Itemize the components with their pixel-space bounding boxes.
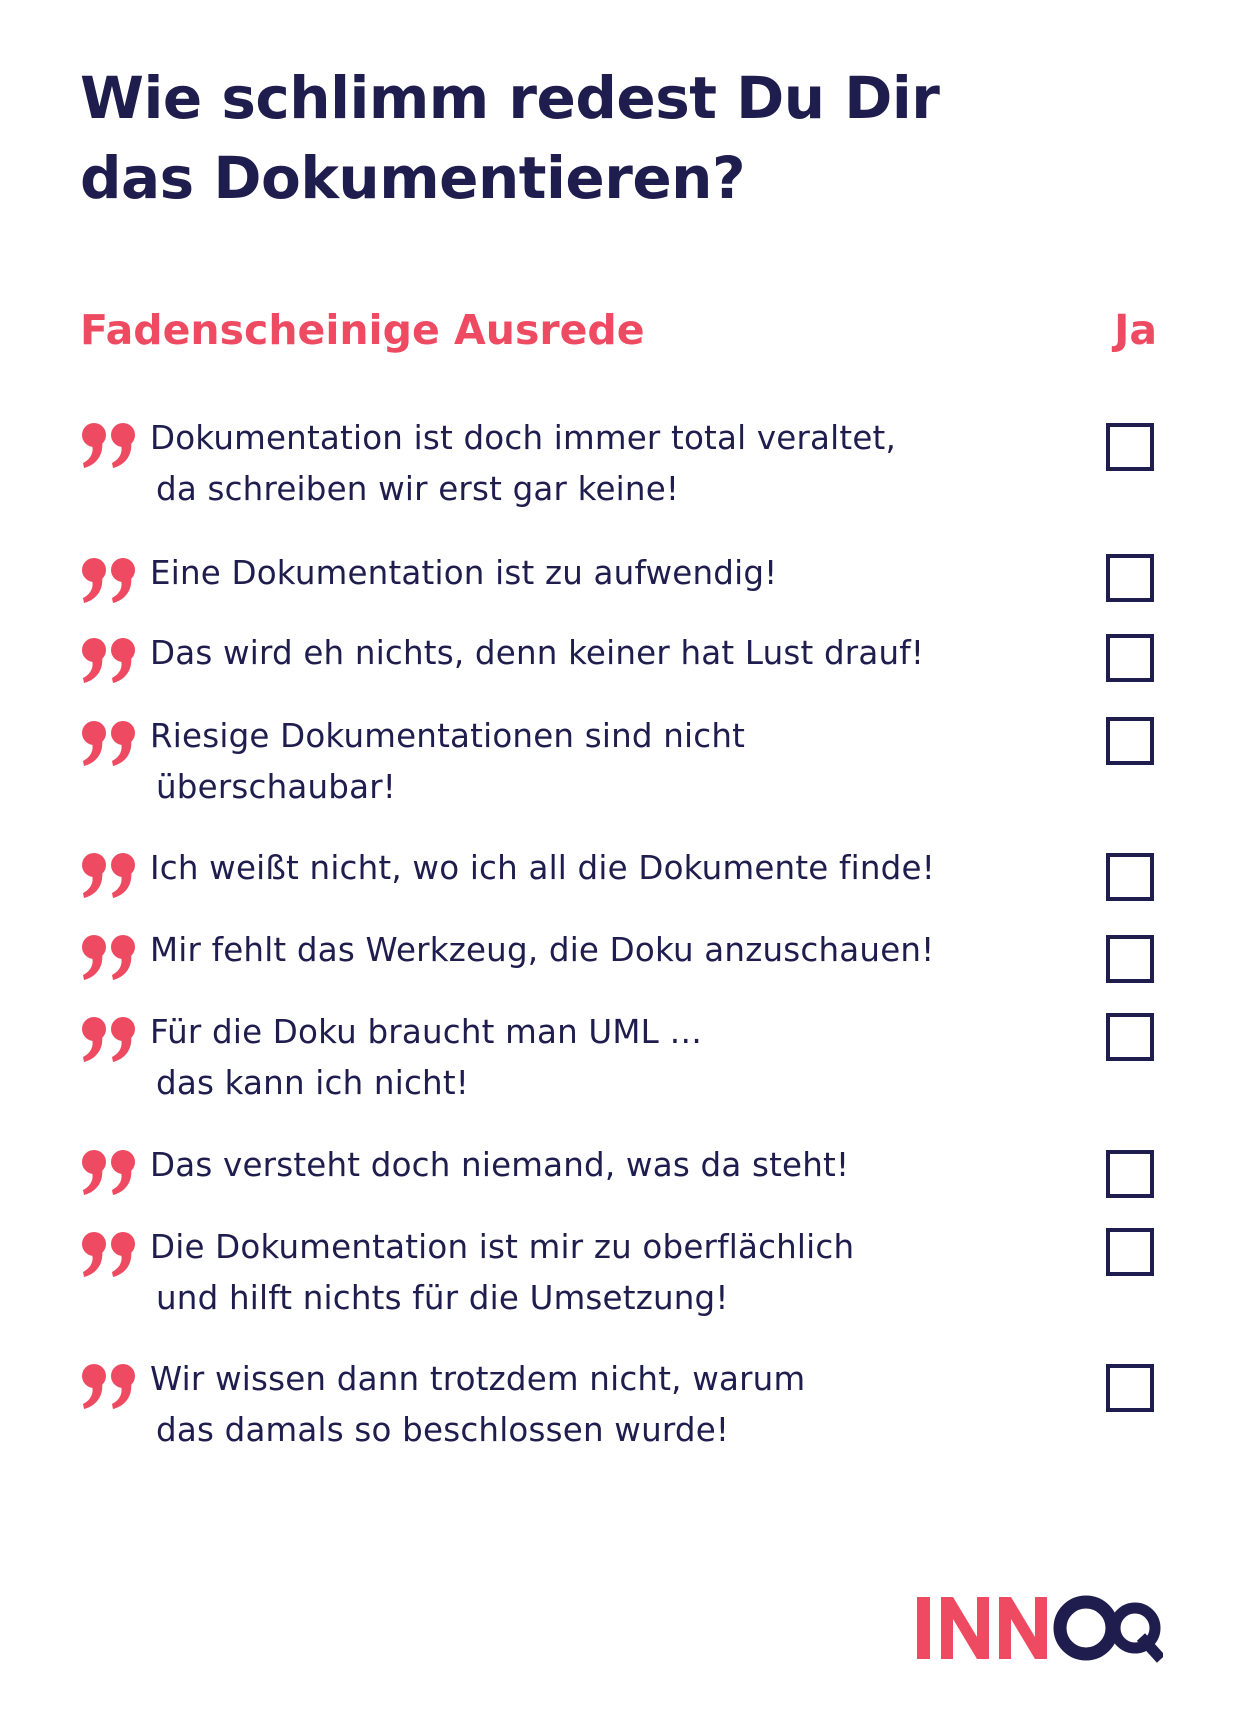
- excuse-text-line: Riesige Dokumentationen sind nicht: [150, 717, 746, 755]
- closing-quote-icon: [80, 1230, 140, 1278]
- title-line-1: Wie schlimm redest Du Dir: [80, 64, 940, 132]
- excuse-text-line: Für die Doku braucht man UML …: [150, 1013, 703, 1051]
- innoq-logo: [917, 1595, 1163, 1663]
- excuse-text-line: das kann ich nicht!: [156, 1064, 469, 1102]
- yes-checkbox[interactable]: [1106, 853, 1154, 901]
- closing-quote-icon: [80, 719, 140, 767]
- column-header-yes: Ja: [1114, 306, 1157, 354]
- closing-quote-icon: [80, 421, 140, 469]
- excuse-text-line: das damals so beschlossen wurde!: [156, 1411, 730, 1449]
- excuse-text-line: Das wird eh nichts, denn keiner hat Lust…: [150, 634, 925, 672]
- closing-quote-icon: [80, 1148, 140, 1196]
- closing-quote-icon: [80, 556, 140, 604]
- closing-quote-icon: [80, 636, 140, 684]
- excuse-text-line: und hilft nichts für die Umsetzung!: [156, 1279, 729, 1317]
- yes-checkbox[interactable]: [1106, 717, 1154, 765]
- yes-checkbox[interactable]: [1106, 1150, 1154, 1198]
- excuse-text: Riesige Dokumentationen sind nicht übersc…: [150, 711, 1050, 813]
- yes-checkbox[interactable]: [1106, 1013, 1154, 1061]
- excuse-text: Für die Doku braucht man UML … das kann i…: [150, 1007, 1050, 1109]
- excuse-text-line: Wir wissen dann trotzdem nicht, warum: [150, 1360, 806, 1398]
- title-line-2: das Dokumentieren?: [80, 144, 746, 212]
- yes-checkbox[interactable]: [1106, 634, 1154, 682]
- closing-quote-icon: [80, 1015, 140, 1063]
- yes-checkbox[interactable]: [1106, 1228, 1154, 1276]
- excuse-text: Das wird eh nichts, denn keiner hat Lust…: [150, 628, 1050, 679]
- excuse-text: Wir wissen dann trotzdem nicht, warum das…: [150, 1354, 1050, 1456]
- excuse-text: Das versteht doch niemand, was da steht!: [150, 1140, 1050, 1191]
- excuse-text: Eine Dokumentation ist zu aufwendig!: [150, 548, 1050, 599]
- excuse-text-line: Dokumentation ist doch immer total veral…: [150, 419, 897, 457]
- excuse-text-line: Eine Dokumentation ist zu aufwendig!: [150, 554, 778, 592]
- excuse-text-line: Ich weißt nicht, wo ich all die Dokument…: [150, 849, 935, 887]
- excuse-text-line: Mir fehlt das Werkzeug, die Doku anzusch…: [150, 931, 935, 969]
- yes-checkbox[interactable]: [1106, 423, 1154, 471]
- excuse-text: Dokumentation ist doch immer total veral…: [150, 413, 1050, 515]
- excuse-text: Die Dokumentation ist mir zu oberflächli…: [150, 1222, 1050, 1324]
- excuse-text-line: Die Dokumentation ist mir zu oberflächli…: [150, 1228, 855, 1266]
- closing-quote-icon: [80, 933, 140, 981]
- closing-quote-icon: [80, 1362, 140, 1410]
- yes-checkbox[interactable]: [1106, 1364, 1154, 1412]
- excuse-text-line: überschaubar!: [156, 768, 397, 806]
- excuse-text-line: Das versteht doch niemand, was da steht!: [150, 1146, 850, 1184]
- column-header-excuse: Fadenscheinige Ausrede: [80, 306, 645, 354]
- excuse-text-line: da schreiben wir erst gar keine!: [156, 470, 680, 508]
- page-title: Wie schlimm redest Du Dir das Dokumentie…: [80, 58, 1080, 218]
- excuse-text: Ich weißt nicht, wo ich all die Dokument…: [150, 843, 1050, 894]
- excuse-text: Mir fehlt das Werkzeug, die Doku anzusch…: [150, 925, 1050, 976]
- yes-checkbox[interactable]: [1106, 554, 1154, 602]
- yes-checkbox[interactable]: [1106, 935, 1154, 983]
- closing-quote-icon: [80, 851, 140, 899]
